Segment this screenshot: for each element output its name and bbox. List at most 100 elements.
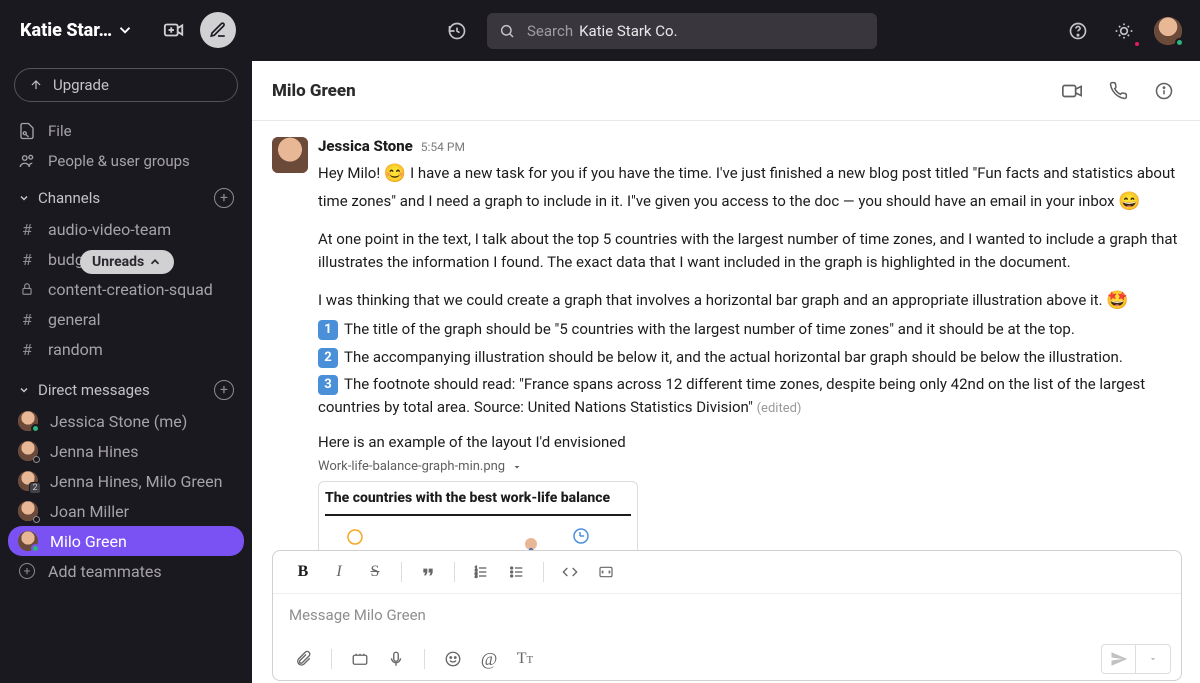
main-panel: Search Katie Stark Co. Milo Green xyxy=(252,0,1200,683)
channel-item[interactable]: # random xyxy=(0,334,252,364)
add-teammates[interactable]: + Add teammates xyxy=(0,556,252,586)
edited-label: (edited) xyxy=(757,401,802,416)
message-author[interactable]: Jessica Stone xyxy=(318,135,413,158)
dm-item[interactable]: Jenna Hines xyxy=(0,436,252,466)
search-prefix: Search xyxy=(527,22,573,40)
chevron-up-icon xyxy=(148,255,162,269)
message-avatar[interactable] xyxy=(272,137,308,173)
bold-button[interactable]: B xyxy=(287,557,319,587)
search-input[interactable]: Search Katie Stark Co. xyxy=(487,13,877,49)
strike-button[interactable]: S xyxy=(359,557,391,587)
bullet-list-button[interactable] xyxy=(501,557,533,587)
search-icon xyxy=(499,23,515,39)
compose-button[interactable] xyxy=(200,12,236,48)
huddle-button[interactable] xyxy=(158,14,190,46)
attachment-name[interactable]: Work-life-balance-graph-min.png xyxy=(318,457,1182,477)
activity-button[interactable] xyxy=(1108,15,1140,47)
channel-item[interactable]: # audio-video-team xyxy=(0,214,252,244)
mention-button[interactable]: @ xyxy=(473,644,505,674)
channel-item[interactable]: content-creation-squad xyxy=(0,274,252,304)
dm-label: Milo Green xyxy=(50,532,127,551)
quote-button[interactable] xyxy=(412,557,444,587)
attach-button[interactable] xyxy=(287,644,319,674)
format-toolbar: B I S 123 xyxy=(273,551,1181,594)
chevron-down-icon xyxy=(511,461,523,473)
send-options-button[interactable] xyxy=(1136,645,1170,673)
send-button[interactable] xyxy=(1102,645,1136,673)
attachment: Work-life-balance-graph-min.png The coun… xyxy=(318,457,1182,550)
dm-item[interactable]: Joan Miller xyxy=(0,496,252,526)
star-eyes-emoji: 🤩 xyxy=(1106,287,1128,315)
code-button[interactable] xyxy=(554,557,586,587)
hash-icon: # xyxy=(18,250,36,269)
channel-label: general xyxy=(48,310,101,329)
presence-indicator xyxy=(31,424,40,433)
message-text: 1The title of the graph should be "5 cou… xyxy=(318,318,1182,341)
emoji-button[interactable] xyxy=(437,644,469,674)
video-clip-button[interactable] xyxy=(344,644,376,674)
number-badge: 3 xyxy=(318,375,338,395)
workspace-name: Katie Star… xyxy=(20,20,112,41)
message: Jessica Stone 5:54 PM Hey Milo! 😊 I have… xyxy=(272,135,1182,550)
hash-icon: # xyxy=(18,310,36,329)
presence-indicator xyxy=(1175,38,1184,47)
composer: B I S 123 Message Milo Green xyxy=(252,550,1200,683)
format-toggle-button[interactable]: TT xyxy=(509,644,541,674)
sidebar: Katie Star… Upgrade Unreads File xyxy=(0,0,252,683)
workspace-switcher[interactable]: Katie Star… xyxy=(20,20,148,41)
nav-people[interactable]: People & user groups xyxy=(0,146,252,176)
message-time: 5:54 PM xyxy=(421,138,465,157)
avatar xyxy=(18,531,38,551)
message-text: I was thinking that we could create a gr… xyxy=(318,287,1182,315)
help-button[interactable] xyxy=(1062,15,1094,47)
italic-button[interactable]: I xyxy=(323,557,355,587)
channel-label: audio-video-team xyxy=(48,220,171,239)
dm-label: Jenna Hines xyxy=(50,442,139,461)
upgrade-button[interactable]: Upgrade xyxy=(14,68,238,102)
lock-icon xyxy=(18,282,36,296)
dm-item[interactable]: Milo Green xyxy=(8,526,244,556)
dm-toggle[interactable]: Direct messages xyxy=(18,381,150,399)
hash-icon: # xyxy=(18,220,36,239)
channel-label: random xyxy=(48,340,103,359)
message-text: 3The footnote should read: "France spans… xyxy=(318,373,1182,420)
presence-indicator xyxy=(33,456,40,463)
attachment-preview[interactable]: The countries with the best work-life ba… xyxy=(318,481,638,550)
audio-call-button[interactable] xyxy=(1102,75,1134,107)
presence-indicator xyxy=(33,516,40,523)
message-input[interactable]: Message Milo Green xyxy=(273,594,1181,638)
add-channel-button[interactable]: + xyxy=(214,188,234,208)
svg-text:3: 3 xyxy=(475,574,478,579)
attachment-illustration xyxy=(325,522,631,551)
info-button[interactable] xyxy=(1148,75,1180,107)
channel-item[interactable]: # general xyxy=(0,304,252,334)
unreads-pill[interactable]: Unreads xyxy=(80,250,174,274)
message-text: Here is an example of the layout I'd env… xyxy=(318,431,1182,454)
ordered-list-button[interactable]: 123 xyxy=(465,557,497,587)
history-button[interactable] xyxy=(441,15,473,47)
people-icon xyxy=(18,152,36,170)
file-icon xyxy=(18,122,36,140)
avatar xyxy=(18,411,38,431)
dm-item[interactable]: 2 Jenna Hines, Milo Green xyxy=(0,466,252,496)
user-avatar[interactable] xyxy=(1154,17,1182,45)
message-text: At one point in the text, I talk about t… xyxy=(318,228,1182,275)
chevron-down-icon xyxy=(18,192,30,204)
audio-clip-button[interactable] xyxy=(380,644,412,674)
codeblock-button[interactable] xyxy=(590,557,622,587)
avatar: 2 xyxy=(18,471,38,491)
avatar xyxy=(18,441,38,461)
message-text: Hey Milo! 😊 I have a new task for you if… xyxy=(318,160,1182,216)
hash-icon: # xyxy=(18,340,36,359)
nav-file-browser[interactable]: File xyxy=(0,116,252,146)
chevron-down-icon xyxy=(18,384,30,396)
dm-item[interactable]: Jessica Stone (me) xyxy=(0,406,252,436)
conversation-title[interactable]: Milo Green xyxy=(272,81,1042,101)
channels-toggle[interactable]: Channels xyxy=(18,189,100,207)
group-count-badge: 2 xyxy=(29,482,41,494)
dm-label: Jenna Hines, Milo Green xyxy=(50,472,222,491)
chevron-down-icon xyxy=(116,21,134,39)
composer-actions: @ TT xyxy=(273,638,1181,680)
add-dm-button[interactable]: + xyxy=(214,380,234,400)
video-call-button[interactable] xyxy=(1056,75,1088,107)
